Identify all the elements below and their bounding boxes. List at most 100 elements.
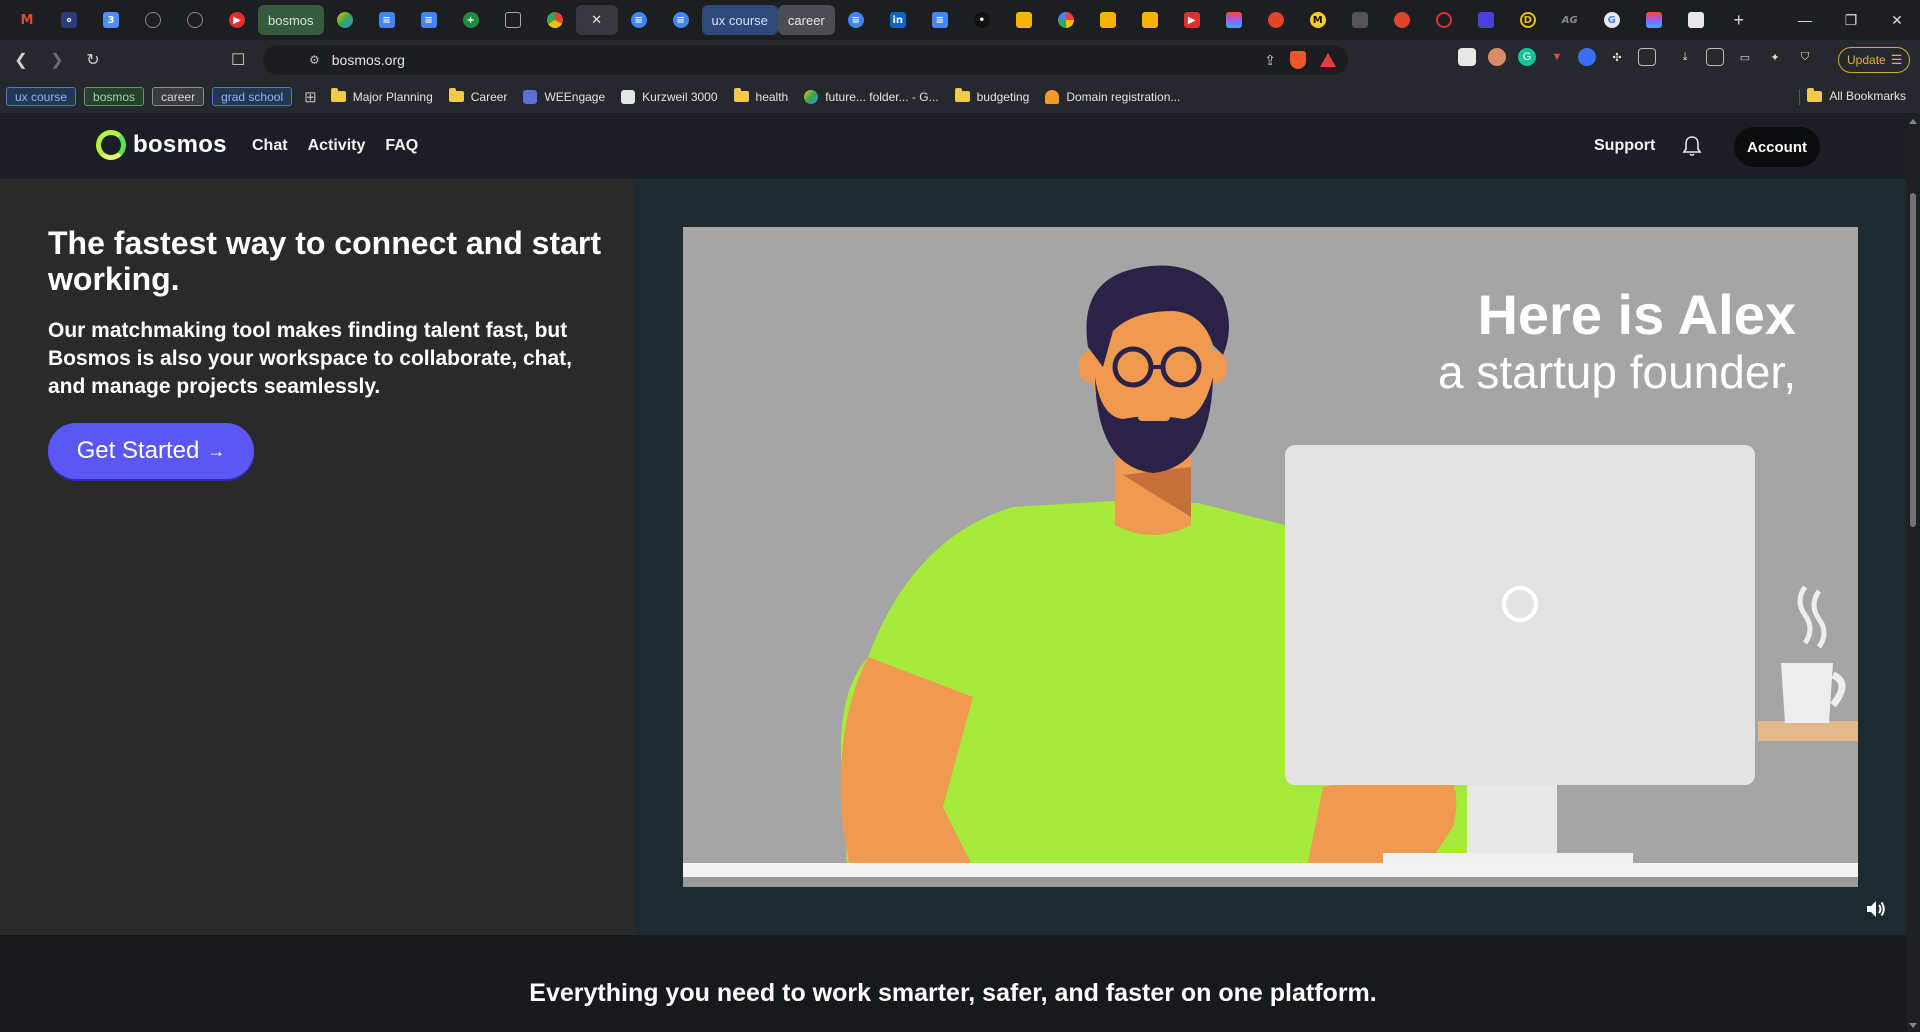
bookmark-future-folder[interactable]: future... folder... - G... (804, 89, 939, 104)
update-button[interactable]: Update ☰ (1838, 47, 1910, 73)
sidebar-icon[interactable] (1706, 48, 1724, 66)
support-link[interactable]: Support (1594, 137, 1655, 155)
tab-youtube-2[interactable]: ▶ (1171, 5, 1213, 35)
url-text[interactable]: bosmos.org (332, 52, 405, 68)
extension-icon[interactable] (1488, 48, 1506, 66)
update-label: Update (1847, 53, 1886, 67)
tab-grammarly[interactable]: G (1591, 5, 1633, 35)
forward-button[interactable]: ❯ (42, 45, 72, 75)
tab-site-3[interactable] (1339, 5, 1381, 35)
video-headline: Here is Alex (1477, 283, 1796, 346)
tab-gmail[interactable]: M (6, 5, 48, 35)
bookmark-group-ux-course[interactable]: ux course (6, 87, 77, 106)
tab-sheets[interactable]: + (450, 5, 492, 35)
tab-drive[interactable] (324, 5, 366, 35)
tab-doc-2[interactable]: ≡ (408, 5, 450, 35)
extension-icon[interactable]: ▼ (1548, 48, 1566, 66)
tab-doc-6[interactable]: ≡ (919, 5, 961, 35)
tab-figma[interactable] (1213, 5, 1255, 35)
close-tab-icon[interactable]: ✕ (591, 12, 602, 28)
scroll-down-arrow-icon[interactable] (1909, 1023, 1917, 1028)
bookmark-kurzweil[interactable]: Kurzweil 3000 (621, 89, 718, 104)
tab-slides-2[interactable] (1087, 5, 1129, 35)
bookmark-career[interactable]: Career (448, 88, 507, 104)
site-logo[interactable]: bosmos (96, 130, 227, 160)
bookmark-domain-registration[interactable]: Domain registration... (1045, 89, 1180, 104)
main-nav: Chat Activity FAQ (252, 137, 418, 155)
tab-gallery[interactable] (1675, 5, 1717, 35)
scroll-thumb[interactable] (1910, 193, 1916, 527)
reload-button[interactable]: ↻ (78, 45, 108, 75)
minimize-button[interactable]: — (1782, 0, 1828, 40)
tab-chat[interactable] (492, 5, 534, 35)
close-window-button[interactable]: ✕ (1874, 0, 1920, 40)
account-button[interactable]: Account (1734, 127, 1820, 167)
share-icon[interactable]: ⇪ (1264, 52, 1276, 69)
tab-1[interactable]: o (48, 5, 90, 35)
tab-doc-1[interactable]: ≡ (366, 5, 408, 35)
document-extension-icon[interactable] (1458, 48, 1476, 66)
nav-chat[interactable]: Chat (252, 137, 288, 155)
tab-miro[interactable]: M (1297, 5, 1339, 35)
tab-2[interactable]: 3 (90, 5, 132, 35)
grammarly-icon[interactable]: G (1518, 48, 1536, 66)
brave-rewards-icon[interactable] (1320, 53, 1336, 67)
bookmark-group-career[interactable]: career (152, 87, 205, 106)
bookmark-health[interactable]: health (733, 88, 788, 104)
new-tab-button[interactable]: + (1727, 10, 1751, 31)
tab-youtube[interactable]: ▶ (216, 5, 258, 35)
bookmark-group-grad-school[interactable]: grad school (212, 87, 293, 106)
tab-4[interactable] (174, 5, 216, 35)
volume-icon[interactable] (1864, 897, 1888, 921)
arrow-right-icon: → (207, 440, 226, 461)
tab-group-ux-course[interactable]: ux course (701, 5, 778, 35)
intro-video[interactable]: Here is Alex a startup founder, (683, 227, 1858, 887)
tab-site-5[interactable]: D (1507, 5, 1549, 35)
brave-shields-icon[interactable] (1290, 51, 1306, 69)
tab-site-6[interactable]: AG (1549, 5, 1591, 35)
all-bookmarks-button[interactable]: All Bookmarks (1807, 87, 1906, 103)
address-bar[interactable]: ☐ ⚙ bosmos.org ⇪ (231, 45, 1348, 75)
bookmark-budgeting[interactable]: budgeting (954, 88, 1029, 104)
notification-bell-icon[interactable] (1682, 135, 1702, 157)
tab-doc-4[interactable]: ≡ (660, 5, 702, 35)
download-icon[interactable]: ⤓ (1676, 48, 1694, 66)
scroll-up-arrow-icon[interactable] (1909, 119, 1917, 124)
extensions-puzzle-icon[interactable]: ✣ (1608, 48, 1626, 66)
tab-doc-3[interactable]: ≡ (618, 5, 660, 35)
bookmark-weengage[interactable]: WEEngage (523, 89, 605, 104)
tab-linkedin[interactable]: in (877, 5, 919, 35)
bookmark-icon[interactable]: ☐ (231, 50, 245, 70)
leo-ai-icon[interactable]: ✦ (1766, 48, 1784, 66)
bookmark-group-bosmos[interactable]: bosmos (84, 87, 145, 106)
tab-site-2[interactable]: • (961, 5, 1003, 35)
restore-button[interactable]: ❐ (1828, 0, 1874, 40)
tab-slides-1[interactable] (1003, 5, 1045, 35)
tab-brave-2[interactable] (1381, 5, 1423, 35)
vpn-icon[interactable]: ⛉ (1796, 48, 1814, 66)
tab-group-bosmos[interactable]: bosmos (258, 5, 324, 35)
tab-photos[interactable] (1045, 5, 1087, 35)
media-icon[interactable] (1638, 48, 1656, 66)
menu-icon: ☰ (1890, 52, 1903, 67)
nav-faq[interactable]: FAQ (385, 137, 418, 155)
back-button[interactable]: ❮ (6, 45, 36, 75)
tab-chrome[interactable] (534, 5, 576, 35)
tab-brave[interactable] (1255, 5, 1297, 35)
wallet-icon[interactable]: ▭ (1736, 48, 1754, 66)
tab-active[interactable]: ✕ (575, 5, 618, 35)
tab-site-4[interactable] (1465, 5, 1507, 35)
tab-doc-5[interactable]: ≡ (835, 5, 877, 35)
tab-3[interactable] (132, 5, 174, 35)
site-settings-icon[interactable]: ⚙ (309, 53, 320, 67)
tab-record[interactable] (1423, 5, 1465, 35)
tab-figma-2[interactable] (1633, 5, 1675, 35)
get-started-button[interactable]: Get Started → (48, 423, 254, 479)
bookmark-major-planning[interactable]: Major Planning (330, 88, 433, 104)
page-scrollbar[interactable] (1906, 115, 1920, 1032)
tab-slides-3[interactable] (1129, 5, 1171, 35)
apps-grid-icon[interactable]: ⊞ (304, 88, 317, 106)
nav-activity[interactable]: Activity (308, 137, 366, 155)
extension-icon[interactable] (1578, 48, 1596, 66)
tab-group-career[interactable]: career (777, 5, 835, 35)
